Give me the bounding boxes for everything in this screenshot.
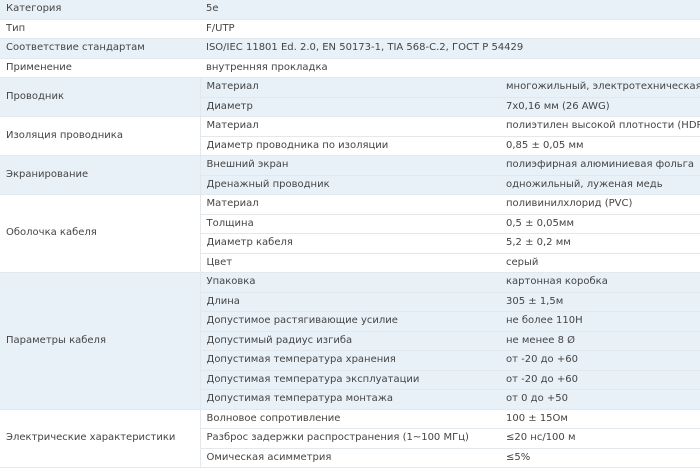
param-value: от -20 до +60	[500, 350, 700, 371]
param-value: 7x0,16 мм (26 AWG)	[500, 97, 700, 117]
param-name: Допустимый радиус изгиба	[200, 331, 500, 351]
param-value: полиэфирная алюминиевая фольга	[500, 155, 700, 176]
spec-label: Применение	[0, 58, 200, 78]
param-name: Омическая асимметрия	[200, 448, 500, 468]
param-name: Толщина	[200, 214, 500, 234]
table-row: Применение внутренняя прокладка	[0, 58, 700, 78]
param-value: серый	[500, 253, 700, 273]
spec-label: Категория	[0, 0, 200, 20]
param-value: картонная коробка	[500, 272, 700, 293]
table-row: Экранирование Внешний экран полиэфирная ал…	[0, 155, 700, 195]
param-value: не более 110Н	[500, 311, 700, 332]
table-row: Категория 5e	[0, 0, 700, 20]
spec-label: Соответствие стандартам	[0, 38, 200, 59]
param-value: ≤5%	[500, 448, 700, 468]
param-name: Упаковка	[200, 272, 500, 293]
param-value: 305 ± 1,5м	[500, 292, 700, 312]
param-value: ≤20 нс/100 м	[500, 428, 700, 449]
param-value: 0,5 ± 0,05мм	[500, 214, 700, 234]
param-name: Допустимая температура эксплуатации	[200, 370, 500, 390]
param-value: от 0 до +50	[500, 389, 700, 410]
param-value: 0,85 ± 0,05 мм	[500, 136, 700, 156]
table-row: Оболочка кабеля Материал поливинилхлорид (…	[0, 194, 700, 273]
param-name: Внешний экран	[200, 155, 500, 176]
spec-value: F/UTP	[200, 19, 700, 39]
param-name: Цвет	[200, 253, 500, 273]
param-name: Длина	[200, 292, 500, 312]
param-name: Материал	[200, 194, 500, 215]
param-name: Допустимая температура хранения	[200, 350, 500, 371]
spec-label: Тип	[0, 19, 200, 39]
param-name: Диаметр	[200, 97, 500, 117]
param-name: Диаметр проводника по изоляции	[200, 136, 500, 156]
param-value: одножильный, луженая медь	[500, 175, 700, 195]
table-row: Изоляция проводника Материал полиэтилен вы…	[0, 116, 700, 156]
param-value: от -20 до +60	[500, 370, 700, 390]
spec-table-body: Категория 5e Тип F/UTP Соответствие стандарт…	[0, 0, 700, 468]
table-row: Электрические характеристики Волновое соп…	[0, 409, 700, 468]
param-value: 100 ± 15Ом	[500, 409, 700, 429]
param-value: многожильный, электротехническая медь	[500, 77, 700, 98]
spec-table: Категория 5e Тип F/UTP Соответствие стандарт…	[0, 0, 700, 468]
spec-value: ISO/IEC 11801 Ed. 2.0, EN 50173-1, TIA 5…	[200, 38, 700, 59]
param-value: не менее 8 Ø	[500, 331, 700, 351]
group-title: Изоляция проводника	[0, 116, 201, 156]
spec-value: 5e	[200, 0, 700, 20]
group-title: Оболочка кабеля	[0, 194, 201, 273]
param-name: Волновое сопротивление	[200, 409, 500, 429]
param-name: Материал	[200, 116, 500, 137]
group-title: Электрические характеристики	[0, 409, 201, 468]
param-value: 5,2 ± 0,2 мм	[500, 233, 700, 254]
param-name: Диаметр кабеля	[200, 233, 500, 254]
param-value: полиэтилен высокой плотности (HDPE)	[500, 116, 700, 137]
param-name: Материал	[200, 77, 500, 98]
group-title: Параметры кабеля	[0, 272, 201, 410]
table-row: Тип F/UTP	[0, 19, 700, 39]
param-name: Разброс задержки распространения (1~100 …	[200, 428, 500, 449]
table-row: Соответствие стандартам ISO/IEC 11801 Ed.…	[0, 38, 700, 59]
param-name: Дренажный проводник	[200, 175, 500, 195]
param-name: Допустимое растягивающие усилие	[200, 311, 500, 332]
table-row: Параметры кабеля Упаковка картонная коробк…	[0, 272, 700, 410]
group-title: Экранирование	[0, 155, 201, 195]
table-row: Проводник Материал многожильный, электроте…	[0, 77, 700, 117]
param-name: Допустимая температура монтажа	[200, 389, 500, 410]
spec-value: внутренняя прокладка	[200, 58, 700, 78]
param-value: поливинилхлорид (PVC)	[500, 194, 700, 215]
group-title: Проводник	[0, 77, 201, 117]
